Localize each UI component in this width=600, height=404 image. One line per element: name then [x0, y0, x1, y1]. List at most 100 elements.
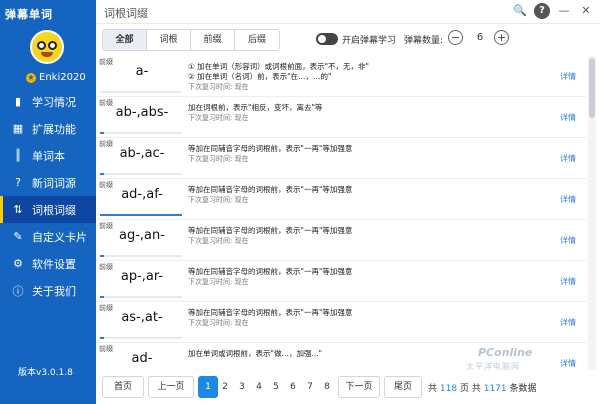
items-unit: 条数据	[509, 384, 537, 394]
list-item[interactable]: 前缀 ab-,abs- 加在词根前，表示"相反，变坏，离去"等 下次复习时间: 现在详…	[96, 97, 586, 138]
watermark-subtext: 太平洋电脑网	[466, 362, 520, 371]
avatar[interactable]	[30, 30, 64, 64]
tab-2[interactable]: 前缀	[191, 30, 235, 50]
next-review-time: 下次复习时间: 现在	[188, 278, 249, 286]
user-info: ★ Enki2020	[26, 72, 86, 83]
first-page-button[interactable]: 首页	[102, 376, 144, 398]
progress-fill	[100, 337, 105, 339]
total-pages: 118	[439, 384, 458, 394]
app-name: 弹幕单词	[5, 8, 53, 21]
affix-description: 加在单词或词根前，表示"做…，加强..."	[188, 349, 488, 359]
sidebar-item-label: 扩展功能	[32, 122, 76, 136]
help-icon[interactable]: ?	[534, 3, 550, 19]
tab-3[interactable]: 后缀	[235, 30, 279, 50]
detail-link[interactable]: 详情	[560, 153, 576, 164]
sidebar-item-label: 词根词缀	[32, 203, 76, 217]
sidebar-item-6[interactable]: ⚙ 软件设置	[0, 250, 96, 277]
sidebar: 弹幕单词 ★ Enki2020 ▮ 学习情况 ▦ 扩展功能 ║ 单词本 ? 新词词源 ⇅ 词根词缀…	[0, 0, 96, 404]
close-icon[interactable]: ✕	[578, 3, 594, 19]
detail-link[interactable]: 详情	[560, 276, 576, 287]
affix-root: as-,at-	[121, 310, 163, 325]
list-item[interactable]: 前缀 ad-,af- 等加在同辅音字母的词根前，表示"一再"等加强意 下次复习时间: …	[96, 179, 586, 220]
progress-fill	[100, 132, 105, 134]
detail-link[interactable]: 详情	[560, 317, 576, 328]
sidebar-item-7[interactable]: ⓘ 关于我们	[0, 277, 96, 304]
edit-icon: ✎	[13, 230, 23, 243]
avatar-eye-right	[48, 41, 57, 50]
next-review-time: 下次复习时间: 现在	[188, 114, 249, 122]
sidebar-item-label: 单词本	[32, 149, 65, 163]
affix-root: a-	[135, 64, 149, 79]
search-icon[interactable]: 🔍	[512, 3, 528, 19]
toggle-knob	[318, 35, 326, 43]
tab-0[interactable]: 全部	[103, 30, 147, 50]
sort-icon: ⇅	[13, 203, 23, 216]
bar-chart-icon: ▮	[14, 95, 22, 108]
progress-bar	[100, 214, 182, 216]
progress-bar	[100, 337, 182, 339]
detail-link[interactable]: 详情	[560, 358, 576, 369]
sidebar-item-5[interactable]: ✎ 自定义卡片	[0, 223, 96, 250]
sidebar-item-1[interactable]: ▦ 扩展功能	[0, 115, 96, 142]
quantity-increase-button[interactable]: +	[494, 30, 509, 45]
progress-fill	[100, 173, 105, 175]
username: Enki2020	[39, 72, 86, 83]
affix-description: 等加在同辅音字母的词根前，表示"一再"等加强意 下次复习时间: 现在	[188, 226, 488, 246]
detail-link[interactable]: 详情	[560, 71, 576, 82]
next-review-time: 下次复习时间: 现在	[188, 155, 249, 163]
next-page-button[interactable]: 下一页	[338, 376, 380, 398]
affix-description: 等加在同辅音字母的词根前，表示"一再"等加强意 下次复习时间: 现在	[188, 185, 488, 205]
totals-prefix: 共	[428, 384, 438, 394]
quantity-decrease-button[interactable]: −	[448, 30, 463, 45]
progress-bar	[100, 91, 182, 93]
scrollbar-thumb[interactable]	[589, 58, 595, 118]
minimize-icon[interactable]: —	[556, 3, 572, 19]
books-icon: ║	[14, 149, 22, 162]
sidebar-nav: ▮ 学习情况 ▦ 扩展功能 ║ 单词本 ? 新词词源 ⇅ 词根词缀 ✎ 自定义卡片 ⚙ 软件设置 ⓘ 关于我们	[0, 88, 96, 304]
list-item[interactable]: 前缀 a- ① 加在单词（形容词）或词根前面，表示"不，无，非" ② 加在单词（名词）…	[96, 56, 586, 97]
avatar-mouth	[41, 52, 53, 57]
detail-link[interactable]: 详情	[560, 235, 576, 246]
list-item[interactable]: 前缀 as-,at- 等加在同辅音字母的词根前，表示"一再"等加强意 下次复习时间: …	[96, 302, 586, 343]
grid-icon: ▦	[12, 122, 24, 135]
next-review-time: 下次复习时间: 现在	[188, 319, 249, 327]
sidebar-item-4[interactable]: ⇅ 词根词缀	[0, 196, 96, 223]
tab-1[interactable]: 词根	[147, 30, 191, 50]
watermark-logo: PConline	[478, 346, 533, 359]
description-line: 等加在同辅音字母的词根前，表示"一再"等加强意	[188, 144, 353, 153]
description-line: 等加在同辅音字母的词根前，表示"一再"等加强意	[188, 226, 353, 235]
sidebar-item-label: 学习情况	[32, 95, 76, 109]
affix-root: ap-,ar-	[120, 269, 164, 284]
toolbar: 全部 词根 前缀 后缀 开启弹幕学习 弹幕数量: − 6 +	[96, 24, 600, 56]
description-line: 加在词根前，表示"相反，变坏，离去"等	[188, 103, 323, 112]
description-line: 加在单词或词根前，表示"做…，加强..."	[188, 349, 323, 358]
prev-page-button[interactable]: 上一页	[148, 376, 194, 398]
danmaku-toggle[interactable]	[316, 33, 338, 45]
progress-bar	[100, 132, 182, 134]
avatar-eye-left	[37, 41, 46, 50]
list-item[interactable]: 前缀 ag-,an- 等加在同辅音字母的词根前，表示"一再"等加强意 下次复习时间: …	[96, 220, 586, 261]
version-label: 版本v3.0.1.8	[18, 368, 73, 378]
vip-star-icon: ★	[26, 72, 36, 83]
description-line: 等加在同辅音字母的词根前，表示"一再"等加强意	[188, 308, 353, 317]
pagination: 首页 上一页 12345678 下一页 尾页 共 118 页 共 1171 条数…	[96, 372, 600, 402]
sidebar-item-2[interactable]: ║ 单词本	[0, 142, 96, 169]
description-line: 等加在同辅音字母的词根前，表示"一再"等加强意	[188, 185, 353, 194]
page-number[interactable]: 8	[317, 376, 337, 398]
list-scrollbar[interactable]	[588, 56, 596, 370]
list-item[interactable]: 前缀 ap-,ar- 等加在同辅音字母的词根前，表示"一再"等加强意 下次复习时间: …	[96, 261, 586, 302]
sidebar-item-0[interactable]: ▮ 学习情况	[0, 88, 96, 115]
quantity-value: 6	[476, 32, 484, 43]
sidebar-item-3[interactable]: ? 新词词源	[0, 169, 96, 196]
affix-description: 等加在同辅音字母的词根前，表示"一再"等加强意 下次复习时间: 现在	[188, 144, 488, 164]
affix-list: 前缀 a- ① 加在单词（形容词）或词根前面，表示"不，无，非" ② 加在单词（名词）…	[96, 56, 586, 370]
detail-link[interactable]: 详情	[560, 112, 576, 123]
affix-description: 等加在同辅音字母的词根前，表示"一再"等加强意 下次复习时间: 现在	[188, 267, 488, 287]
description-line: ① 加在单词（形容词）或词根前面，表示"不，无，非"	[188, 62, 370, 71]
total-items: 1171	[483, 384, 507, 394]
list-item[interactable]: 前缀 ab-,ac- 等加在同辅音字母的词根前，表示"一再"等加强意 下次复习时间: …	[96, 138, 586, 179]
progress-fill	[100, 255, 105, 257]
last-page-button[interactable]: 尾页	[384, 376, 422, 398]
detail-link[interactable]: 详情	[560, 194, 576, 205]
window-controls: 🔍 ? — ✕	[512, 3, 594, 19]
